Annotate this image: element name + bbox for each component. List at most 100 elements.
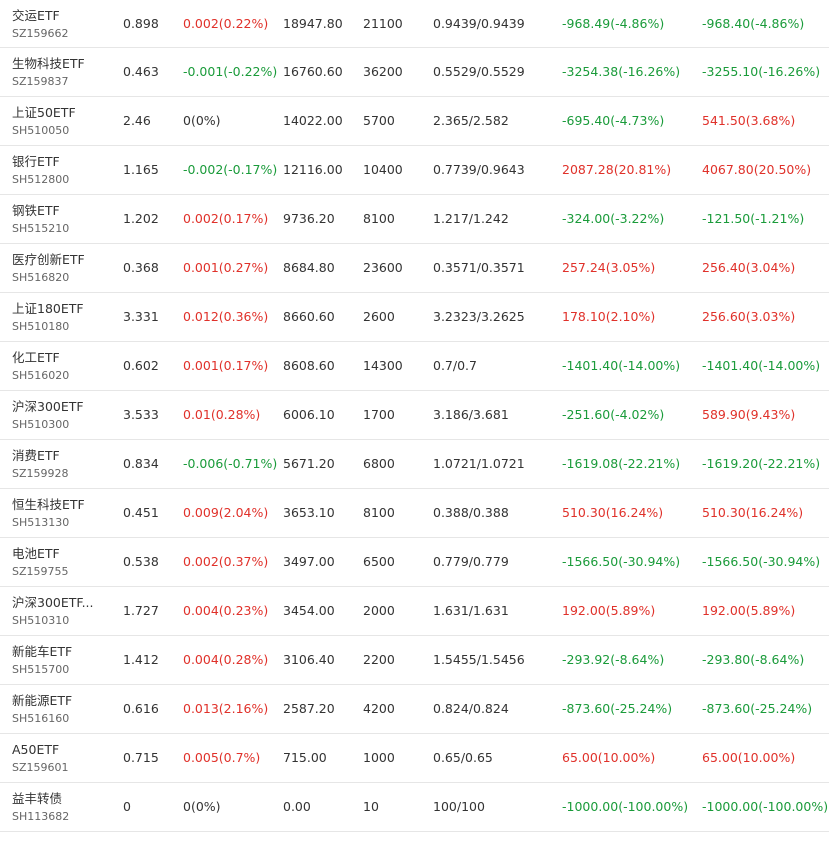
- security-name[interactable]: 上证180ETF: [12, 300, 102, 317]
- market-value: 715.00: [283, 750, 327, 765]
- security-cell[interactable]: 新能车ETF SH515700: [12, 643, 102, 678]
- table-row[interactable]: A50ETF SZ159601 0.715 0.005(0.7%) 715.00 1000…: [0, 734, 829, 783]
- floating-pnl: 510.30(16.24%): [562, 505, 664, 520]
- table-row[interactable]: 沪深300ETF... SH510310 1.727 0.004(0.23%) 3454…: [0, 587, 829, 636]
- cost-price: 0.7739/0.9643: [433, 162, 525, 177]
- security-name[interactable]: 生物科技ETF: [12, 55, 102, 72]
- position-pnl: 65.00(10.00%): [702, 750, 796, 765]
- cost-price: 0.7/0.7: [433, 358, 477, 373]
- security-cell[interactable]: 医疗创新ETF SH516820: [12, 251, 102, 286]
- table-row[interactable]: 钢铁ETF SH515210 1.202 0.002(0.17%) 9736.20 810…: [0, 195, 829, 244]
- security-name[interactable]: 电池ETF: [12, 545, 102, 562]
- price-change: 0.012(0.36%): [183, 309, 269, 324]
- security-name[interactable]: 上证50ETF: [12, 104, 102, 121]
- security-name[interactable]: 沪深300ETF...: [12, 594, 102, 611]
- security-cell[interactable]: 化工ETF SH516020: [12, 349, 102, 384]
- table-row[interactable]: 新能源ETF SH516160 0.616 0.013(2.16%) 2587.20 42…: [0, 685, 829, 734]
- table-row[interactable]: 益丰转债 SH113682 0 0(0%) 0.00 10 100/100 -1000.00(…: [0, 783, 829, 832]
- security-name[interactable]: 沪深300ETF: [12, 398, 102, 415]
- table-row[interactable]: 电池ETF SZ159755 0.538 0.002(0.37%) 3497.00 650…: [0, 538, 829, 587]
- security-cell[interactable]: 上证180ETF SH510180: [12, 300, 102, 335]
- holding-quantity: 23600: [363, 260, 403, 275]
- price-change: -0.002(-0.17%): [183, 162, 278, 177]
- table-row[interactable]: 医疗创新ETF SH516820 0.368 0.001(0.27%) 8684.80 2…: [0, 244, 829, 293]
- market-value: 3106.40: [283, 652, 335, 667]
- price-change: -0.001(-0.22%): [183, 64, 278, 79]
- security-code: SH515700: [12, 663, 70, 676]
- security-cell[interactable]: 消费ETF SZ159928: [12, 447, 102, 482]
- floating-pnl: -1566.50(-30.94%): [562, 554, 681, 569]
- price-change: 0.01(0.28%): [183, 407, 261, 422]
- security-name[interactable]: 化工ETF: [12, 349, 102, 366]
- security-cell[interactable]: A50ETF SZ159601: [12, 741, 102, 776]
- table-row[interactable]: 沪深300ETF SH510300 3.533 0.01(0.28%) 6006.10 1…: [0, 391, 829, 440]
- table-row[interactable]: 生物科技ETF SZ159837 0.463 -0.001(-0.22%) 16760.…: [0, 48, 829, 97]
- security-cell[interactable]: 钢铁ETF SH515210: [12, 202, 102, 237]
- floating-pnl: -1000.00(-100.00%): [562, 799, 689, 814]
- current-price: 3.331: [123, 309, 159, 324]
- security-cell[interactable]: 交运ETF SZ159662: [12, 7, 102, 42]
- security-name[interactable]: 钢铁ETF: [12, 202, 102, 219]
- security-cell[interactable]: 沪深300ETF... SH510310: [12, 594, 102, 629]
- position-pnl: -1401.40(-14.00%): [702, 358, 821, 373]
- table-row[interactable]: 交运ETF SZ159662 0.898 0.002(0.22%) 18947.80 21…: [0, 0, 829, 48]
- floating-pnl: -968.49(-4.86%): [562, 16, 665, 31]
- table-row[interactable]: 新能车ETF SH515700 1.412 0.004(0.28%) 3106.40 22…: [0, 636, 829, 685]
- table-row[interactable]: 上证180ETF SH510180 3.331 0.012(0.36%) 8660.60…: [0, 293, 829, 342]
- security-cell[interactable]: 新能源ETF SH516160: [12, 692, 102, 727]
- cost-price: 0.824/0.824: [433, 701, 509, 716]
- table-row[interactable]: 恒生科技ETF SH513130 0.451 0.009(2.04%) 3653.10 8…: [0, 489, 829, 538]
- holding-quantity: 10: [363, 799, 379, 814]
- cost-price: 0.65/0.65: [433, 750, 493, 765]
- floating-pnl: -873.60(-25.24%): [562, 701, 673, 716]
- current-price: 0.602: [123, 358, 159, 373]
- cost-price: 0.779/0.779: [433, 554, 509, 569]
- holding-quantity: 4200: [363, 701, 395, 716]
- current-price: 1.202: [123, 211, 159, 226]
- cost-price: 0.9439/0.9439: [433, 16, 525, 31]
- floating-pnl: -1619.08(-22.21%): [562, 456, 681, 471]
- security-name[interactable]: 交运ETF: [12, 7, 102, 24]
- cost-price: 1.631/1.631: [433, 603, 509, 618]
- floating-pnl: 65.00(10.00%): [562, 750, 656, 765]
- security-cell[interactable]: 电池ETF SZ159755: [12, 545, 102, 580]
- floating-pnl: 192.00(5.89%): [562, 603, 656, 618]
- security-cell[interactable]: 沪深300ETF SH510300: [12, 398, 102, 433]
- security-cell[interactable]: 益丰转债 SH113682: [12, 790, 102, 825]
- security-code: SH513130: [12, 516, 70, 529]
- security-cell[interactable]: 银行ETF SH512800: [12, 153, 102, 188]
- security-name[interactable]: A50ETF: [12, 741, 102, 758]
- security-name[interactable]: 消费ETF: [12, 447, 102, 464]
- position-pnl: 192.00(5.89%): [702, 603, 796, 618]
- table-row[interactable]: 上证50ETF SH510050 2.46 0(0%) 14022.00 5700 2.36…: [0, 97, 829, 146]
- market-value: 3497.00: [283, 554, 335, 569]
- security-name[interactable]: 新能车ETF: [12, 643, 102, 660]
- current-price: 0.368: [123, 260, 159, 275]
- security-name[interactable]: 医疗创新ETF: [12, 251, 102, 268]
- security-name[interactable]: 银行ETF: [12, 153, 102, 170]
- position-pnl: -1000.00(-100.00%): [702, 799, 829, 814]
- security-cell[interactable]: 恒生科技ETF SH513130: [12, 496, 102, 531]
- security-cell[interactable]: 上证50ETF SH510050: [12, 104, 102, 139]
- cost-price: 3.2323/3.2625: [433, 309, 525, 324]
- holding-quantity: 36200: [363, 64, 403, 79]
- market-value: 3454.00: [283, 603, 335, 618]
- table-row[interactable]: 消费ETF SZ159928 0.834 -0.006(-0.71%) 5671.20 6…: [0, 440, 829, 489]
- table-row[interactable]: 银行ETF SH512800 1.165 -0.002(-0.17%) 12116.00…: [0, 146, 829, 195]
- floating-pnl: -324.00(-3.22%): [562, 211, 665, 226]
- holding-quantity: 8100: [363, 505, 395, 520]
- price-change: 0.004(0.23%): [183, 603, 269, 618]
- security-name[interactable]: 恒生科技ETF: [12, 496, 102, 513]
- security-cell[interactable]: 生物科技ETF SZ159837: [12, 55, 102, 90]
- security-code: SH113682: [12, 810, 70, 823]
- cost-price: 1.217/1.242: [433, 211, 509, 226]
- security-code: SH510180: [12, 320, 70, 333]
- holding-quantity: 6800: [363, 456, 395, 471]
- table-row[interactable]: 化工ETF SH516020 0.602 0.001(0.17%) 8608.60 143…: [0, 342, 829, 391]
- current-price: 0.715: [123, 750, 159, 765]
- current-price: 3.533: [123, 407, 159, 422]
- security-name[interactable]: 益丰转债: [12, 790, 102, 807]
- market-value: 16760.60: [283, 64, 343, 79]
- security-name[interactable]: 新能源ETF: [12, 692, 102, 709]
- price-change: 0.009(2.04%): [183, 505, 269, 520]
